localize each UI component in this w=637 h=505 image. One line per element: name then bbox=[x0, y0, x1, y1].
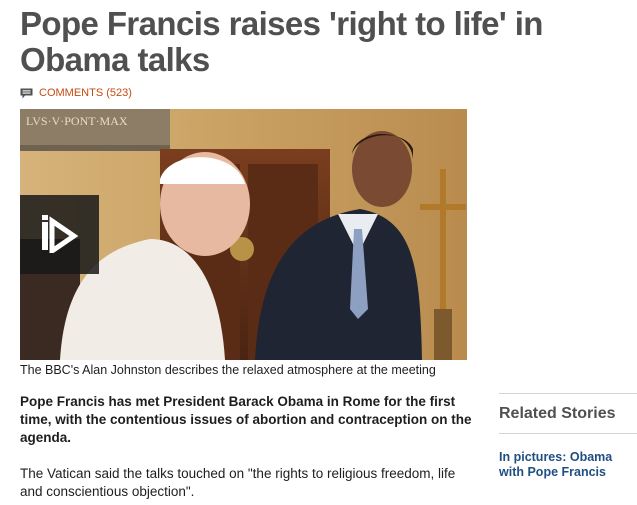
article-page: Pope Francis raises 'right to life' in O… bbox=[0, 0, 637, 505]
comments-link[interactable]: COMMENTS (523) bbox=[20, 85, 132, 101]
frieze-inscription: LVS·V·PONT·MAX bbox=[26, 114, 128, 128]
comment-icon bbox=[20, 88, 33, 98]
related-story-link[interactable]: In pictures: Obama with Pope Francis bbox=[499, 450, 637, 480]
related-stories: Related Stories In pictures: Obama with … bbox=[499, 393, 637, 480]
article-paragraph: The Vatican said the talks touched on "t… bbox=[20, 466, 456, 499]
divider bbox=[499, 433, 637, 434]
play-button[interactable] bbox=[20, 195, 99, 274]
article-headline: Pope Francis raises 'right to life' in O… bbox=[20, 5, 543, 78]
play-icon bbox=[42, 215, 78, 253]
video-caption: The BBC's Alan Johnston describes the re… bbox=[20, 363, 436, 377]
related-stories-title: Related Stories bbox=[499, 405, 616, 422]
comments-label: COMMENTS (523) bbox=[39, 87, 132, 99]
video-player[interactable]: LVS·V·PONT·MAX bbox=[20, 109, 467, 360]
article-lead: Pope Francis has met President Barack Ob… bbox=[20, 394, 472, 445]
